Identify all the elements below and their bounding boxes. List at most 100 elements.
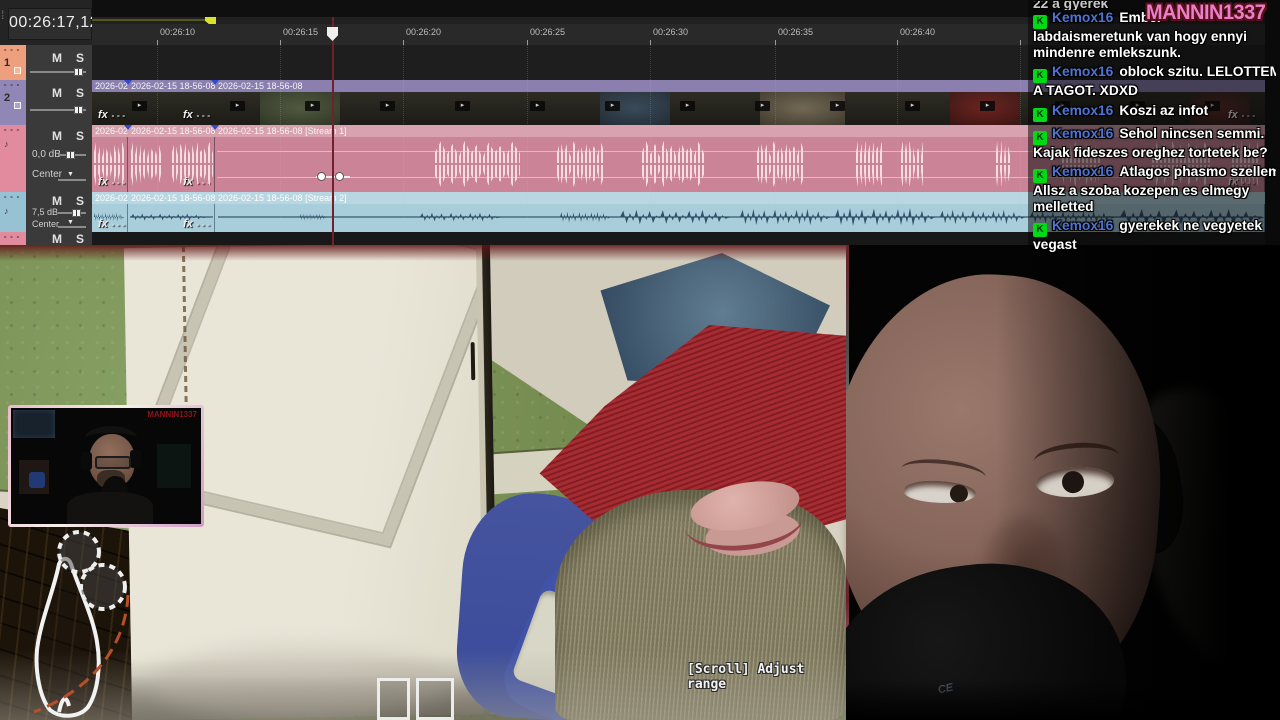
track-dots-icon: ∘∘∘ <box>3 194 23 201</box>
chat-username[interactable]: Kemox16 <box>1052 126 1113 141</box>
hotbar-slot <box>377 678 410 720</box>
chat-text: melletted <box>1033 198 1094 214</box>
gain-value[interactable]: 0,0 dB <box>32 149 61 160</box>
event-fx-button[interactable]: fx∘∘∘ <box>98 218 127 230</box>
track1-type-icon <box>14 67 21 74</box>
grid-line <box>280 45 281 232</box>
track-header-4[interactable]: ∘∘∘ ♪ M S 7,5 dB Center ▼ <box>0 192 92 233</box>
clip-label: 2026-02-1 <box>92 80 128 92</box>
level-slider-handle[interactable] <box>74 106 83 114</box>
thumbnail-play-icon: ▸ <box>680 101 695 111</box>
grid-line <box>403 45 404 232</box>
ruler-tick-label: 00:26:40 <box>900 27 936 37</box>
mute-button[interactable]: M <box>52 232 62 246</box>
headset-earcup <box>81 452 92 470</box>
track-header-1[interactable]: ∘∘∘ 1 M S <box>0 45 92 81</box>
pan-slider[interactable] <box>58 226 86 228</box>
bottom-fade <box>846 680 1280 720</box>
track5-color-strip[interactable]: ∘∘∘ <box>0 232 26 245</box>
solo-button[interactable]: S <box>76 86 84 100</box>
iris <box>949 483 969 504</box>
chat-text: vegast <box>1033 237 1077 252</box>
facecam-brand-logo: MANNIN1337 <box>147 410 197 419</box>
thumbnail-play-icon: ▸ <box>830 101 845 111</box>
chat-text: Koszi az infot <box>1119 102 1209 118</box>
level-slider-handle[interactable] <box>74 68 83 76</box>
chat-message: K Kemox16 oblock szitu. LELOTTEM A TAGOT. … <box>1033 64 1276 99</box>
mute-button[interactable]: M <box>52 194 62 208</box>
pan-value[interactable]: Center <box>32 219 59 229</box>
chat-text: Kajak fideszes oreghez tortetek be? <box>1033 144 1268 160</box>
solo-button[interactable]: S <box>76 194 84 208</box>
chat-message: K Kemox16 Koszi az infot <box>1033 103 1276 122</box>
track2-color-strip[interactable]: ∘∘∘ 2 <box>0 80 26 125</box>
sub-badge-icon: K <box>1033 130 1047 145</box>
pan-handle-icon[interactable]: ▼ <box>67 171 74 178</box>
track-dots-icon: ∘∘∘ <box>3 47 23 54</box>
clip-label: 2026-02-15 18-56-08 [Str <box>128 125 215 137</box>
mute-button[interactable]: M <box>52 51 62 65</box>
chat-username[interactable]: Kemox16 <box>1052 103 1113 118</box>
gain-slider-handle[interactable] <box>72 209 81 217</box>
more-dots-icon: ∘∘∘ <box>110 113 127 120</box>
track-dots-icon: ∘∘∘ <box>3 82 23 89</box>
thumbnail-play-icon: ▸ <box>755 101 770 111</box>
event-fx-button[interactable]: fx∘∘∘ <box>98 109 127 121</box>
chat-username[interactable]: Kemox16 <box>1052 164 1113 179</box>
ruler-tick-label: 00:26:35 <box>778 27 814 37</box>
sub-badge-icon: K <box>1033 69 1047 83</box>
thumbnail-play-icon: ▸ <box>305 101 320 111</box>
grid-line <box>897 45 898 232</box>
fx-label: fx <box>98 109 108 121</box>
track2-number: 2 <box>4 92 11 104</box>
clip-boundary-marker <box>211 125 219 130</box>
audio-note-icon: ♪ <box>4 139 9 149</box>
mute-button[interactable]: M <box>52 129 62 143</box>
ghost-outline-drawing <box>33 530 130 718</box>
fx-label: fx <box>183 109 193 121</box>
clip-label: 2026-02-15 18-56-08 <box>128 80 215 92</box>
mute-button[interactable]: M <box>52 86 62 100</box>
loop-region-bar[interactable] <box>92 19 208 21</box>
timecode-display[interactable]: 00:26:17,12 <box>8 8 99 40</box>
marker-flag[interactable] <box>205 17 216 24</box>
audio-note-icon: ♪ <box>4 206 9 216</box>
clip-boundary-marker <box>124 80 132 85</box>
playhead-line[interactable] <box>332 17 334 245</box>
solo-button[interactable]: S <box>76 129 84 143</box>
solo-button[interactable]: S <box>76 51 84 65</box>
envelope-handle[interactable] <box>336 173 343 180</box>
vignette-top <box>0 245 846 261</box>
pan-handle-icon[interactable]: ▼ <box>67 219 74 226</box>
track1-color-strip[interactable]: ∘∘∘ 1 <box>0 45 26 80</box>
chat-username[interactable]: Kemox16 <box>1052 10 1113 25</box>
gain-slider-handle[interactable] <box>66 151 75 159</box>
more-dots-icon: ∘∘∘ <box>195 222 212 229</box>
ruler-tick-label: 00:26:25 <box>530 27 566 37</box>
envelope-handle[interactable] <box>318 173 325 180</box>
chat-message: K Kemox16 Sehol nincsen semmi. Kajak fides… <box>1033 126 1276 161</box>
track-header-3[interactable]: ∘∘∘ ♪ M S 0,0 dB Center ▼ <box>0 125 92 193</box>
track2-type-icon <box>14 102 21 109</box>
track-header-2[interactable]: ∘∘∘ 2 M S <box>0 80 92 126</box>
chat-username[interactable]: Kemox16 <box>1052 218 1113 233</box>
pan-slider[interactable] <box>58 179 86 181</box>
grid-line <box>1020 45 1021 232</box>
gain-value[interactable]: 7,5 dB <box>32 207 58 217</box>
event-fx-button[interactable]: fx∘∘∘ <box>183 218 212 230</box>
thumbnail-play-icon: ▸ <box>530 101 545 111</box>
ruler-tick-label: 00:26:20 <box>406 27 442 37</box>
fx-label: fx <box>183 218 193 230</box>
chat-username[interactable]: Kemox16 <box>1052 64 1113 79</box>
track4-color-strip[interactable]: ∘∘∘ ♪ <box>0 192 26 232</box>
track-header-5[interactable]: ∘∘∘ M S <box>0 232 92 246</box>
event-fx-button[interactable]: fx∘∘∘ <box>183 109 212 121</box>
monitor-glow <box>13 410 55 438</box>
grid-line <box>527 45 528 232</box>
chat-text: Allsz a szoba kozepen es elmegy <box>1033 183 1250 198</box>
solo-button[interactable]: S <box>76 232 84 246</box>
brand-logo: MANNIN1337 <box>1146 1 1266 24</box>
chat-text: A TAGOT. XDXD <box>1033 83 1139 98</box>
track3-color-strip[interactable]: ∘∘∘ ♪ <box>0 125 26 192</box>
clip-boundary-marker <box>124 125 132 130</box>
